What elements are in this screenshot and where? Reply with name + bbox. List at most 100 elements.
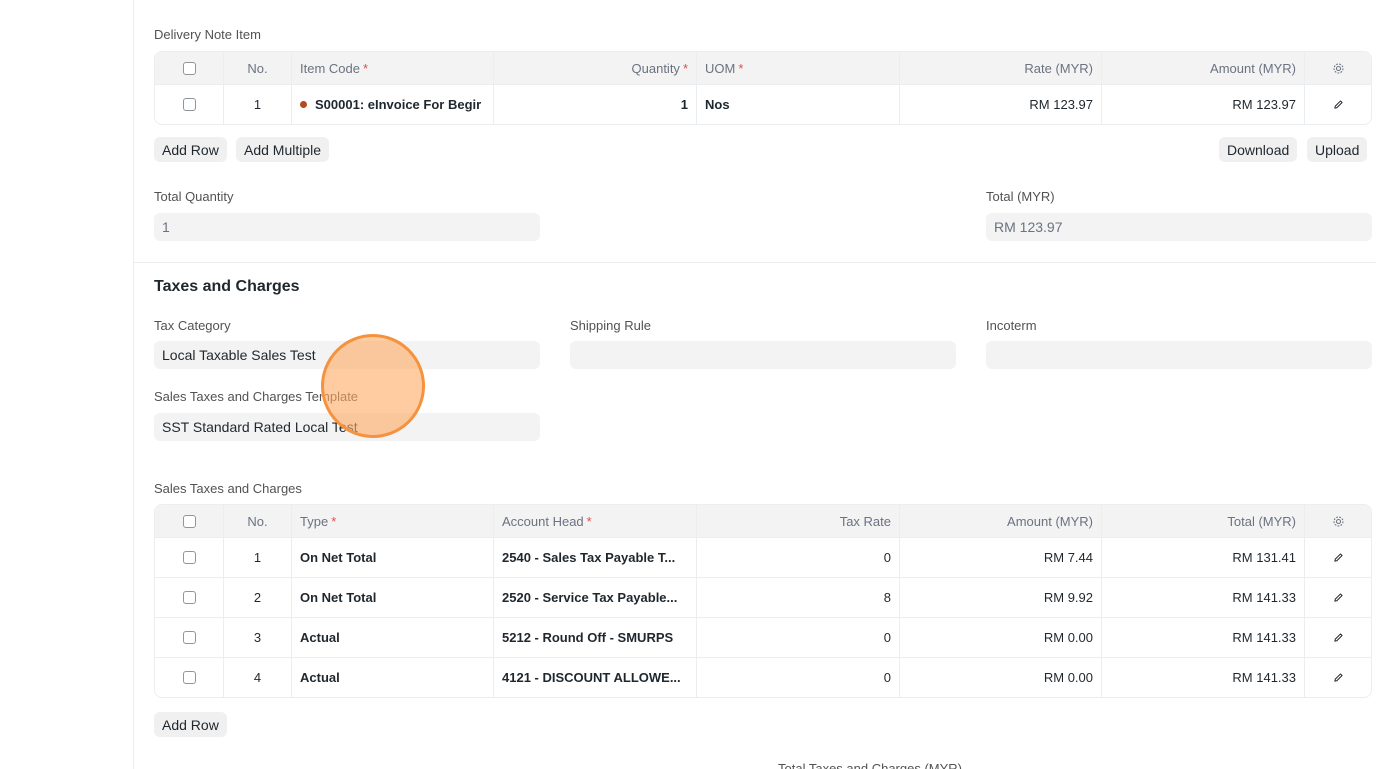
row-select-cell[interactable] [155,85,223,124]
amount-value: RM 0.00 [1043,670,1093,685]
row-select-cell[interactable] [155,618,223,657]
required-marker: * [738,60,744,76]
col-rate: Rate (MYR) [899,52,1101,84]
rate-value: RM 123.97 [1029,97,1093,112]
delivery-note-item-label: Delivery Note Item [154,27,261,42]
row-select-cell[interactable] [155,578,223,617]
total-value: RM 141.33 [1232,590,1296,605]
row-checkbox[interactable] [182,631,196,644]
col-no: No. [223,52,291,84]
pencil-icon[interactable] [1333,592,1344,603]
row-no: 4 [223,658,291,697]
col-uom-label: UOM [705,60,736,76]
row-no: 1 [223,85,291,124]
row-edit-cell[interactable] [1304,538,1371,577]
sales-taxes-grid: No. Type * Account Head * Tax Rate Amount … [154,504,1372,698]
row-item-code[interactable]: S00001: eInvoice For Begir [291,85,493,124]
taxes-section-title[interactable]: Taxes and Charges [154,278,300,296]
row-no-value: 2 [253,590,262,605]
select-all-cell[interactable] [155,505,223,537]
row-checkbox[interactable] [182,591,196,604]
row-select-cell[interactable] [155,658,223,697]
add-tax-row-button[interactable]: Add Row [154,712,227,737]
sidebar-divider [133,0,134,769]
amount-value: RM 9.92 [1043,590,1093,605]
grid-settings-cell[interactable] [1304,52,1371,84]
required-marker: * [331,513,337,529]
col-account-head-label: Account Head [502,513,584,529]
row-rate[interactable]: RM 123.97 [899,85,1101,124]
row-edit-cell[interactable] [1304,85,1371,124]
click-indicator [321,334,425,438]
amount-value: RM 123.97 [1232,97,1296,112]
row-type[interactable]: Actual [291,658,493,697]
row-uom[interactable]: Nos [696,85,899,124]
row-account-head[interactable]: 4121 - DISCOUNT ALLOWE... [493,658,696,697]
row-amount: RM 9.92 [899,578,1101,617]
col-tax-rate-label: Tax Rate [839,513,891,529]
required-marker: * [682,60,688,76]
row-account-head[interactable]: 2540 - Sales Tax Payable T... [493,538,696,577]
table-row[interactable]: 3 Actual 5212 - Round Off - SMURPS 0 RM … [155,617,1371,657]
row-no-value: 4 [253,670,262,685]
row-type[interactable]: On Net Total [291,578,493,617]
grid-header-row: No. Item Code * Quantity * UOM * Rate (MYR)… [155,52,1371,84]
row-total: RM 131.41 [1101,538,1304,577]
row-edit-cell[interactable] [1304,658,1371,697]
total-value: RM 141.33 [1232,670,1296,685]
row-account-head[interactable]: 5212 - Round Off - SMURPS [493,618,696,657]
gear-icon[interactable] [1332,515,1345,528]
col-no-label: No. [247,60,268,76]
pencil-icon[interactable] [1333,552,1344,563]
tax-rate-value: 0 [883,630,891,645]
item-code-value: S00001: eInvoice For Begir [315,97,482,112]
row-no: 2 [223,578,291,617]
row-select-cell[interactable] [155,538,223,577]
delivery-note-items-grid: No. Item Code * Quantity * UOM * Rate (MYR)… [154,51,1372,125]
col-quantity-label: Quantity [631,60,680,76]
row-account-head[interactable]: 2520 - Service Tax Payable... [493,578,696,617]
row-tax-rate[interactable]: 0 [696,618,899,657]
select-all-cell[interactable] [155,52,223,84]
incoterm-field[interactable] [986,341,1372,369]
incoterm-label: Incoterm [986,318,1037,333]
shipping-rule-field[interactable] [570,341,956,369]
row-checkbox[interactable] [182,671,196,684]
table-row[interactable]: 4 Actual 4121 - DISCOUNT ALLOWE... 0 RM … [155,657,1371,697]
col-item-code: Item Code * [291,52,493,84]
table-row[interactable]: 1 On Net Total 2540 - Sales Tax Payable … [155,537,1371,577]
select-all-checkbox[interactable] [182,61,196,75]
row-amount: RM 0.00 [899,658,1101,697]
pencil-icon[interactable] [1333,672,1344,683]
add-row-button[interactable]: Add Row [154,137,227,162]
grid-settings-cell[interactable] [1304,505,1371,537]
add-multiple-button[interactable]: Add Multiple [236,137,330,162]
row-edit-cell[interactable] [1304,618,1371,657]
upload-button[interactable]: Upload [1307,137,1368,162]
table-row[interactable]: 2 On Net Total 2520 - Service Tax Payabl… [155,577,1371,617]
section-divider [134,262,1376,263]
gear-icon[interactable] [1332,62,1345,75]
pencil-icon[interactable] [1333,99,1344,110]
row-tax-rate[interactable]: 8 [696,578,899,617]
row-type[interactable]: Actual [291,618,493,657]
status-dot [300,101,307,108]
col-account-head: Account Head * [493,505,696,537]
row-checkbox[interactable] [182,551,196,564]
quantity-value: 1 [680,97,688,112]
total-value: RM 131.41 [1232,550,1296,565]
row-quantity[interactable]: 1 [493,85,696,124]
total-field[interactable]: RM 123.97 [986,213,1372,241]
row-tax-rate[interactable]: 0 [696,658,899,697]
pencil-icon[interactable] [1333,632,1344,643]
row-no-value: 1 [253,550,262,565]
select-all-checkbox[interactable] [182,514,196,528]
amount-value: RM 0.00 [1043,630,1093,645]
row-type[interactable]: On Net Total [291,538,493,577]
total-quantity-field[interactable]: 1 [154,213,540,241]
row-checkbox[interactable] [182,98,196,111]
row-tax-rate[interactable]: 0 [696,538,899,577]
table-row[interactable]: 1 S00001: eInvoice For Begir 1 Nos RM 12… [155,84,1371,124]
download-button[interactable]: Download [1219,137,1298,162]
row-edit-cell[interactable] [1304,578,1371,617]
